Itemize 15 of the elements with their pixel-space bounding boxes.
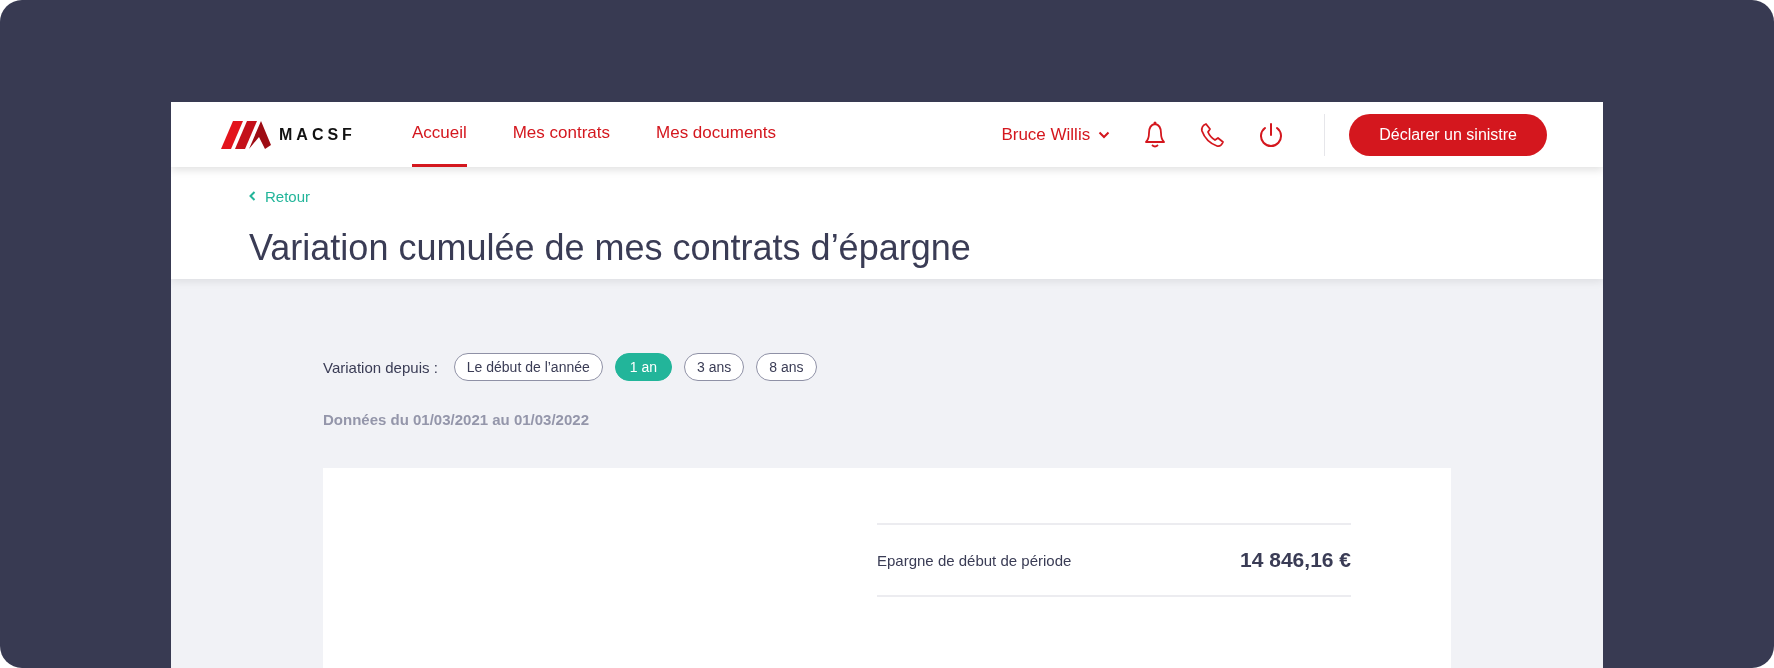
period-chip[interactable]: 8 ans xyxy=(756,353,817,381)
user-menu[interactable]: Bruce Willis xyxy=(1001,124,1111,145)
summary-label: Epargne de début de période xyxy=(877,551,1072,569)
filter-label: Variation depuis : xyxy=(323,358,438,376)
page-title: Variation cumulée de mes contrats d’épargne xyxy=(249,227,972,270)
summary-value: 14 846,16 € xyxy=(1240,548,1351,572)
period-chip[interactable]: Le début de l’année xyxy=(453,353,603,381)
chevron-left-icon xyxy=(249,191,256,202)
declare-claim-button[interactable]: Déclarer un sinistre xyxy=(1349,113,1547,156)
period-text: Données du 01/03/2021 au 01/03/2022 xyxy=(323,411,590,428)
period-chip[interactable]: 3 ans xyxy=(684,353,745,381)
chevron-down-icon xyxy=(1098,130,1111,139)
logo-text: MACSF xyxy=(279,125,356,144)
nav-link[interactable]: Mes documents xyxy=(656,102,776,168)
nav-link[interactable]: Mes contrats xyxy=(512,102,610,168)
